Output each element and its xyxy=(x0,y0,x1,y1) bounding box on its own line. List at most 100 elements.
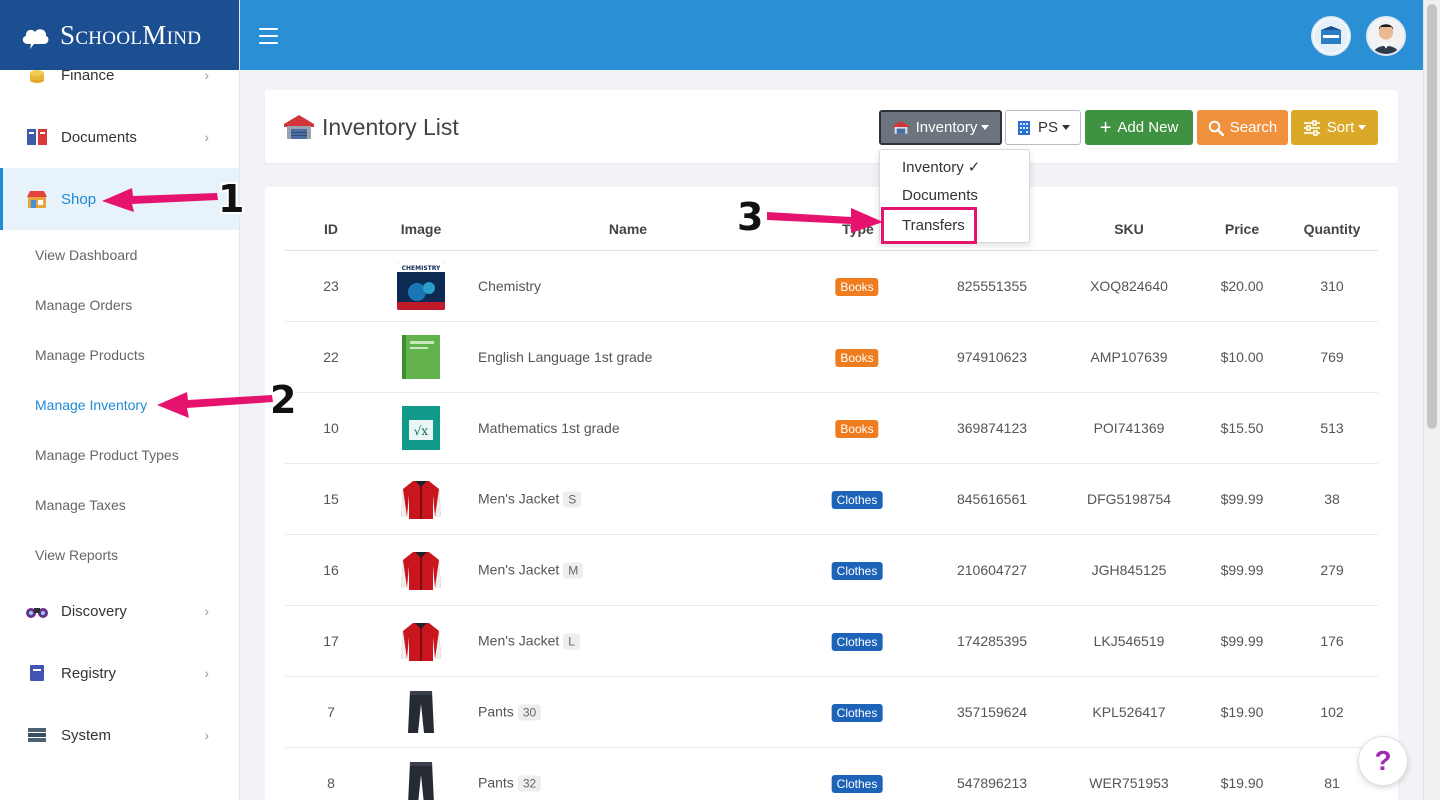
table-row[interactable]: 23 CHEMISTRY Chemistry Books 825551355 XOQ824… xyxy=(285,251,1378,322)
sidebar-sub-manage-orders[interactable]: Manage Orders xyxy=(0,280,239,330)
product-image[interactable] xyxy=(397,617,445,665)
column-header-sku[interactable]: SKU xyxy=(1114,221,1144,237)
add-new-button[interactable]: + Add New xyxy=(1085,110,1193,145)
page-title: Inventory List xyxy=(282,113,459,141)
product-image[interactable] xyxy=(397,759,445,800)
sidebar-sub-manage-products[interactable]: Manage Products xyxy=(0,330,239,380)
cell-id: 8 xyxy=(327,775,335,791)
warehouse-icon xyxy=(282,113,316,141)
cell-id: 7 xyxy=(327,704,335,720)
dropdown-item-inventory[interactable]: Inventory ✓ xyxy=(902,158,980,176)
folders-icon xyxy=(25,125,49,149)
cell-name[interactable]: Men's Jacket L xyxy=(478,633,580,650)
scrollbar-thumb[interactable] xyxy=(1427,4,1437,429)
cell-name[interactable]: English Language 1st grade xyxy=(478,349,652,365)
sidebar-sub-manage-taxes[interactable]: Manage Taxes xyxy=(0,480,239,530)
warehouse-icon xyxy=(892,120,910,135)
table-row[interactable]: 22 English Language 1st grade Books 9749106… xyxy=(285,322,1378,393)
chevron-right-icon: › xyxy=(204,129,209,145)
product-image[interactable] xyxy=(397,688,445,736)
sort-dropdown-button[interactable]: Sort xyxy=(1291,110,1378,145)
cell-type: Clothes xyxy=(831,704,883,722)
table-row[interactable]: 16 Men's Jacket M Clothes 210604727 JGH845125… xyxy=(285,535,1378,606)
column-header-id[interactable]: ID xyxy=(324,221,338,237)
building-icon xyxy=(1016,120,1032,136)
binoculars-icon xyxy=(25,599,49,623)
size-badge: 32 xyxy=(517,775,542,792)
cell-name[interactable]: Chemistry xyxy=(478,278,541,294)
chevron-right-icon: › xyxy=(204,727,209,743)
cell-id: 15 xyxy=(323,491,339,507)
sidebar-item-label: System xyxy=(61,726,112,744)
user-avatar[interactable] xyxy=(1366,16,1406,56)
help-button[interactable]: ? xyxy=(1358,736,1408,786)
cell-barcode: 974910623 xyxy=(956,349,1028,365)
size-badge: L xyxy=(563,633,580,650)
svg-text:√x: √x xyxy=(414,424,429,438)
sidebar-item-registry[interactable]: Registry › xyxy=(0,642,239,704)
sidebar-item-system[interactable]: System › xyxy=(0,704,239,766)
cell-type: Books xyxy=(835,278,879,296)
inventory-dropdown-button[interactable]: Inventory xyxy=(879,110,1002,145)
annotation-number-3: 3 xyxy=(737,195,764,239)
size-badge: 30 xyxy=(517,704,542,721)
server-icon xyxy=(25,723,49,747)
cell-quantity: 279 xyxy=(1320,562,1344,578)
table-row[interactable]: 10 √x Mathematics 1st grade Books 369874123 P… xyxy=(285,393,1378,464)
product-image[interactable]: CHEMISTRY xyxy=(397,262,445,310)
sidebar-sub-manage-product-types[interactable]: Manage Product Types xyxy=(0,430,239,480)
cell-barcode: 547896213 xyxy=(956,775,1028,791)
ps-dropdown-label: PS xyxy=(1037,119,1058,136)
dropdown-item-documents[interactable]: Documents xyxy=(902,187,978,204)
type-badge: Clothes xyxy=(831,775,883,793)
cell-price: $15.50 xyxy=(1220,420,1264,436)
table-row[interactable]: 15 Men's Jacket S Clothes 845616561 DFG519875… xyxy=(285,464,1378,535)
cell-barcode: 357159624 xyxy=(956,704,1028,720)
cell-name[interactable]: Men's Jacket M xyxy=(478,562,584,579)
cell-sku: KPL526417 xyxy=(1092,704,1166,720)
ps-dropdown-button[interactable]: PS xyxy=(1005,110,1081,145)
column-header-price[interactable]: Price xyxy=(1225,221,1259,237)
sidebar-item-discovery[interactable]: Discovery › xyxy=(0,580,239,642)
cell-price: $99.99 xyxy=(1220,491,1264,507)
table-row[interactable]: 8 Pants 32 Clothes 547896213 WER751953 $19.90 8… xyxy=(285,748,1378,800)
page-title-text: Inventory List xyxy=(322,113,459,140)
top-bar xyxy=(240,0,1423,70)
cell-id: 10 xyxy=(323,420,339,436)
cell-name[interactable]: Pants 30 xyxy=(478,704,542,721)
cell-name[interactable]: Pants 32 xyxy=(478,775,542,792)
school-logo-avatar[interactable] xyxy=(1311,16,1351,56)
table-row[interactable]: 7 Pants 30 Clothes 357159624 KPL526417 $19.90 1… xyxy=(285,677,1378,748)
cell-barcode: 845616561 xyxy=(956,491,1028,507)
sidebar-item-documents[interactable]: Documents › xyxy=(0,106,239,168)
product-image[interactable]: √x xyxy=(397,404,445,452)
sidebar-item-finance[interactable]: Finance › xyxy=(0,47,239,103)
cell-price: $19.90 xyxy=(1220,775,1264,791)
cell-price: $10.00 xyxy=(1220,349,1264,365)
search-button[interactable]: Search xyxy=(1197,110,1288,145)
cell-type: Clothes xyxy=(831,562,883,580)
type-badge: Clothes xyxy=(831,704,883,722)
checkmark-icon: ✓ xyxy=(967,159,981,176)
product-image[interactable] xyxy=(397,546,445,594)
sidebar-sub-view-reports[interactable]: View Reports xyxy=(0,530,239,580)
product-image[interactable] xyxy=(397,475,445,523)
caret-down-icon xyxy=(981,125,990,130)
page-scrollbar[interactable] xyxy=(1423,0,1440,800)
column-header-name[interactable]: Name xyxy=(609,221,647,237)
sort-label: Sort xyxy=(1326,119,1355,136)
sidebar-item-label: Discovery xyxy=(61,602,127,620)
hamburger-menu-icon[interactable] xyxy=(259,28,278,44)
annotation-arrow-1 xyxy=(102,188,218,212)
product-image[interactable] xyxy=(397,333,445,381)
product-name: English Language 1st grade xyxy=(478,349,653,365)
sidebar-sub-view-dashboard[interactable]: View Dashboard xyxy=(0,230,239,280)
column-header-image[interactable]: Image xyxy=(401,221,441,237)
plus-icon: + xyxy=(1099,116,1112,139)
cell-price: $99.99 xyxy=(1220,562,1264,578)
column-header-quantity[interactable]: Quantity xyxy=(1304,221,1361,237)
add-new-label: Add New xyxy=(1117,119,1179,136)
cell-name[interactable]: Mathematics 1st grade xyxy=(478,420,620,436)
cell-name[interactable]: Men's Jacket S xyxy=(478,491,582,508)
table-row[interactable]: 17 Men's Jacket L Clothes 174285395 LKJ546519… xyxy=(285,606,1378,677)
